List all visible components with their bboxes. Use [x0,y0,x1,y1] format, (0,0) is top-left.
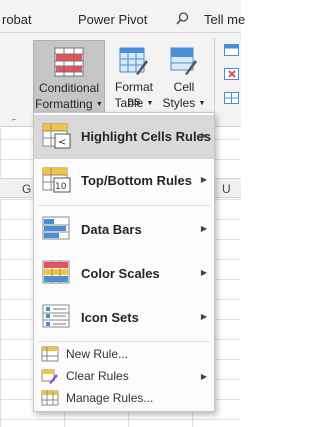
column-header-u[interactable]: U [222,182,231,196]
cell-styles-button[interactable]: Cell Styles ▼ [162,40,206,120]
tab-power-pivot[interactable]: Power Pivot [78,12,147,27]
manage-rules-icon [41,390,59,406]
format-table-label-line2: Table ▼ [114,96,154,110]
data-bars-icon [42,215,72,243]
ribbon-tab-bar: robat Power Pivot Tell me [0,0,245,33]
menu-item-clear-rules[interactable]: Clear Rules ▶ [34,365,214,387]
cell-styles-label-line2: Styles ▼ [162,96,206,110]
highlight-cells-icon: < [42,122,72,150]
menu-item-label: Top/Bottom Rules [81,173,192,188]
top-bottom-icon: 10 [42,166,72,194]
icon-sets-icon [42,303,72,331]
svg-text:<: < [58,137,66,148]
menu-item-manage-rules[interactable]: Manage Rules... [34,387,214,409]
chevron-right-icon: ▶ [200,224,207,233]
conditional-formatting-menu: < Highlight Cells Rules ▶ 10 Top/Bottom … [33,112,215,412]
menu-item-highlight-cells-rules[interactable]: < Highlight Cells Rules ▶ [34,115,214,159]
svg-text:10: 10 [55,182,67,192]
format-cells-icon[interactable] [224,91,239,104]
conditional-label-line2: Formatting ▼ [35,97,103,111]
menu-item-data-bars[interactable]: Data Bars ▶ [34,208,214,252]
menu-item-color-scales[interactable]: Color Scales ▶ [34,252,214,296]
chevron-right-icon: ▶ [200,312,207,321]
search-icon[interactable] [176,12,189,28]
cell-styles-label-line1: Cell [173,80,195,94]
column-header-g[interactable]: G [22,182,31,196]
insert-cells-icon[interactable] [224,43,239,56]
tab-acrobat[interactable]: robat [2,12,32,27]
cell-styles-icon [170,46,198,79]
chevron-down-icon: ▼ [146,99,154,107]
menu-item-icon-sets[interactable]: Icon Sets ▶ [34,296,214,340]
tell-me-search[interactable]: Tell me [204,12,245,27]
conditional-formatting-button[interactable]: Conditional Formatting ▼ [33,40,105,120]
menu-item-label: Manage Rules... [66,391,154,405]
group-launcher-icon[interactable]: ⌐ [12,115,17,124]
menu-item-label: Highlight Cells Rules [81,129,212,144]
menu-item-label: New Rule... [66,347,129,361]
menu-item-label: Icon Sets [81,310,139,325]
chevron-right-icon: ▶ [200,175,207,184]
chevron-down-icon: ▼ [95,100,103,108]
format-as-table-button[interactable]: Format as Table ▼ [108,40,160,120]
new-rule-icon [41,346,59,362]
chevron-right-icon: ▶ [200,372,207,381]
format-as-table-icon [119,46,149,79]
conditional-formatting-icon [54,47,84,80]
clear-rules-icon [41,368,59,384]
menu-item-label: Color Scales [81,266,160,281]
chevron-down-icon: ▼ [198,99,206,107]
ribbon-divider [214,38,215,122]
delete-cells-icon[interactable] [224,67,239,80]
menu-item-label: Clear Rules [66,369,129,383]
menu-item-new-rule[interactable]: New Rule... [34,343,214,365]
menu-divider [38,341,210,342]
chevron-right-icon: ▶ [200,131,207,140]
menu-item-top-bottom-rules[interactable]: 10 Top/Bottom Rules ▶ [34,159,214,203]
menu-divider [38,205,210,206]
chevron-right-icon: ▶ [200,268,207,277]
color-scales-icon [42,259,72,287]
conditional-label-line1: Conditional [38,81,100,95]
menu-item-label: Data Bars [81,222,142,237]
